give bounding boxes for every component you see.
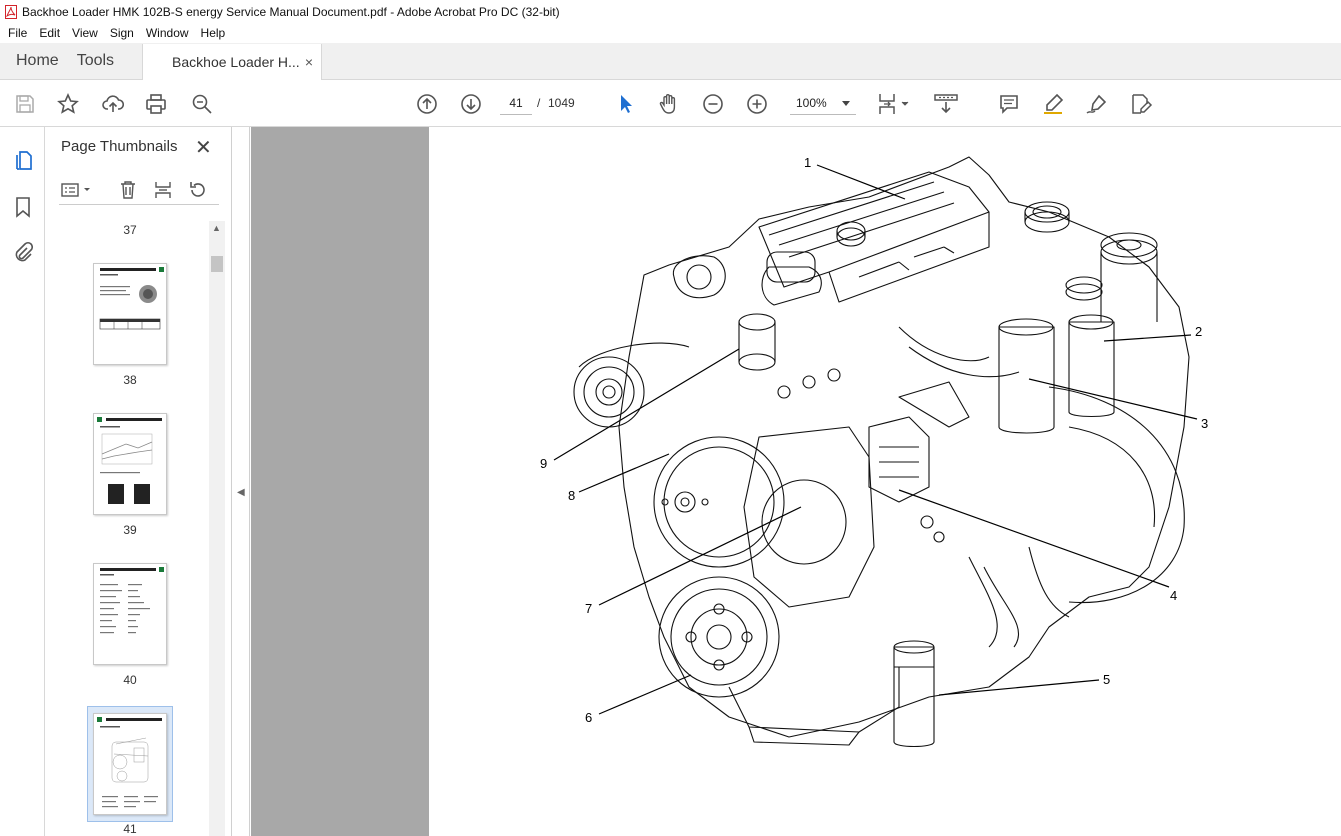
page-thumbnails-icon[interactable] (10, 147, 36, 173)
panel-collapse-strip[interactable]: ◀ (232, 127, 250, 836)
callout-3: 3 (1201, 416, 1209, 431)
thumbnail-label: 40 (123, 673, 137, 687)
tab-document-label: Backhoe Loader H... (172, 54, 300, 70)
fit-page-icon[interactable] (875, 91, 911, 117)
close-panel-icon[interactable]: ✕ (195, 135, 212, 160)
left-rail (0, 127, 45, 836)
acrobat-icon (5, 4, 17, 19)
thumbnail-options-icon[interactable] (59, 179, 95, 201)
total-pages: 1049 (548, 96, 575, 110)
zoom-select[interactable]: 100% (790, 91, 856, 115)
save-icon[interactable] (12, 91, 38, 117)
page-thumbnails-panel: Page Thumbnails ✕ ▲ 37 38 39 40 41 (45, 127, 232, 836)
callout-1: 1 (804, 155, 812, 170)
menu-bar: File Edit View Sign Window Help (0, 23, 1341, 43)
panel-title: Page Thumbnails (61, 138, 178, 155)
edit-icon[interactable] (1128, 91, 1154, 117)
menu-sign[interactable]: Sign (104, 26, 140, 40)
thumbnail-page-40[interactable] (93, 563, 167, 665)
tab-tools[interactable]: Tools (75, 43, 130, 79)
menu-window[interactable]: Window (140, 26, 195, 40)
callout-8: 8 (568, 488, 576, 503)
callout-9: 9 (540, 456, 548, 471)
pdf-page: 1 2 3 4 5 6 7 8 9 (429, 127, 1341, 836)
menu-view[interactable]: View (66, 26, 104, 40)
select-cursor-icon[interactable] (612, 91, 638, 117)
delete-icon[interactable] (117, 179, 139, 201)
thumbnail-label: 39 (123, 523, 137, 537)
chevron-down-icon (842, 96, 850, 110)
zoom-value: 100% (796, 95, 827, 110)
callout-4: 4 (1170, 588, 1178, 603)
menu-edit[interactable]: Edit (33, 26, 66, 40)
toolbar (0, 80, 1341, 196)
engine-illustration (553, 156, 1198, 748)
close-tab-icon[interactable]: × (305, 54, 313, 70)
document-viewer[interactable]: 1 2 3 4 5 6 7 8 9 (251, 127, 1341, 836)
callout-7: 7 (585, 601, 593, 616)
thumbnail-scrollbar[interactable]: ▲ (209, 221, 225, 836)
rotate-icon[interactable] (187, 179, 209, 201)
callout-6: 6 (585, 710, 593, 725)
menu-file[interactable]: File (2, 26, 33, 40)
thumbnail-label: 38 (123, 373, 137, 387)
tab-bar: Home Tools Backhoe Loader H... × (0, 43, 1341, 80)
scroll-up-icon[interactable]: ▲ (212, 223, 221, 233)
scrollbar-thumb[interactable] (211, 256, 223, 272)
thumbnail-page-39[interactable] (93, 413, 167, 515)
upload-icon[interactable] (100, 91, 126, 117)
search-zoom-icon[interactable] (189, 91, 215, 117)
scroll-mode-icon[interactable] (932, 91, 960, 117)
collapse-panel-icon[interactable]: ◀ (237, 487, 245, 498)
tab-home[interactable]: Home (0, 43, 75, 79)
page-number-input[interactable] (500, 91, 532, 115)
page-up-icon[interactable] (414, 91, 440, 117)
callout-2: 2 (1195, 324, 1203, 339)
title-bar: Backhoe Loader HMK 102B-S energy Service… (0, 0, 1341, 23)
callout-5: 5 (1103, 672, 1111, 687)
star-icon[interactable] (55, 91, 81, 117)
page-down-icon[interactable] (458, 91, 484, 117)
insert-page-icon[interactable] (152, 179, 174, 201)
thumbnail-page-38[interactable] (93, 263, 167, 365)
page-separator: / (537, 96, 541, 110)
thumbnail-page-41[interactable] (93, 713, 167, 815)
zoom-out-icon[interactable] (700, 91, 726, 117)
comment-icon[interactable] (996, 91, 1022, 117)
window-title: Backhoe Loader HMK 102B-S energy Service… (22, 4, 560, 19)
tab-document[interactable]: Backhoe Loader H... × (142, 44, 323, 80)
thumbnail-label: 37 (123, 223, 137, 237)
zoom-in-icon[interactable] (744, 91, 770, 117)
attachment-icon[interactable] (10, 239, 36, 265)
highlight-icon[interactable] (1040, 91, 1066, 117)
sign-icon[interactable] (1084, 91, 1110, 117)
bookmark-icon[interactable] (10, 194, 36, 220)
thumbnail-label: 41 (123, 822, 137, 836)
hand-icon[interactable] (656, 91, 682, 117)
print-icon[interactable] (143, 91, 169, 117)
thumbnail-tools (59, 175, 219, 205)
menu-help[interactable]: Help (195, 26, 232, 40)
